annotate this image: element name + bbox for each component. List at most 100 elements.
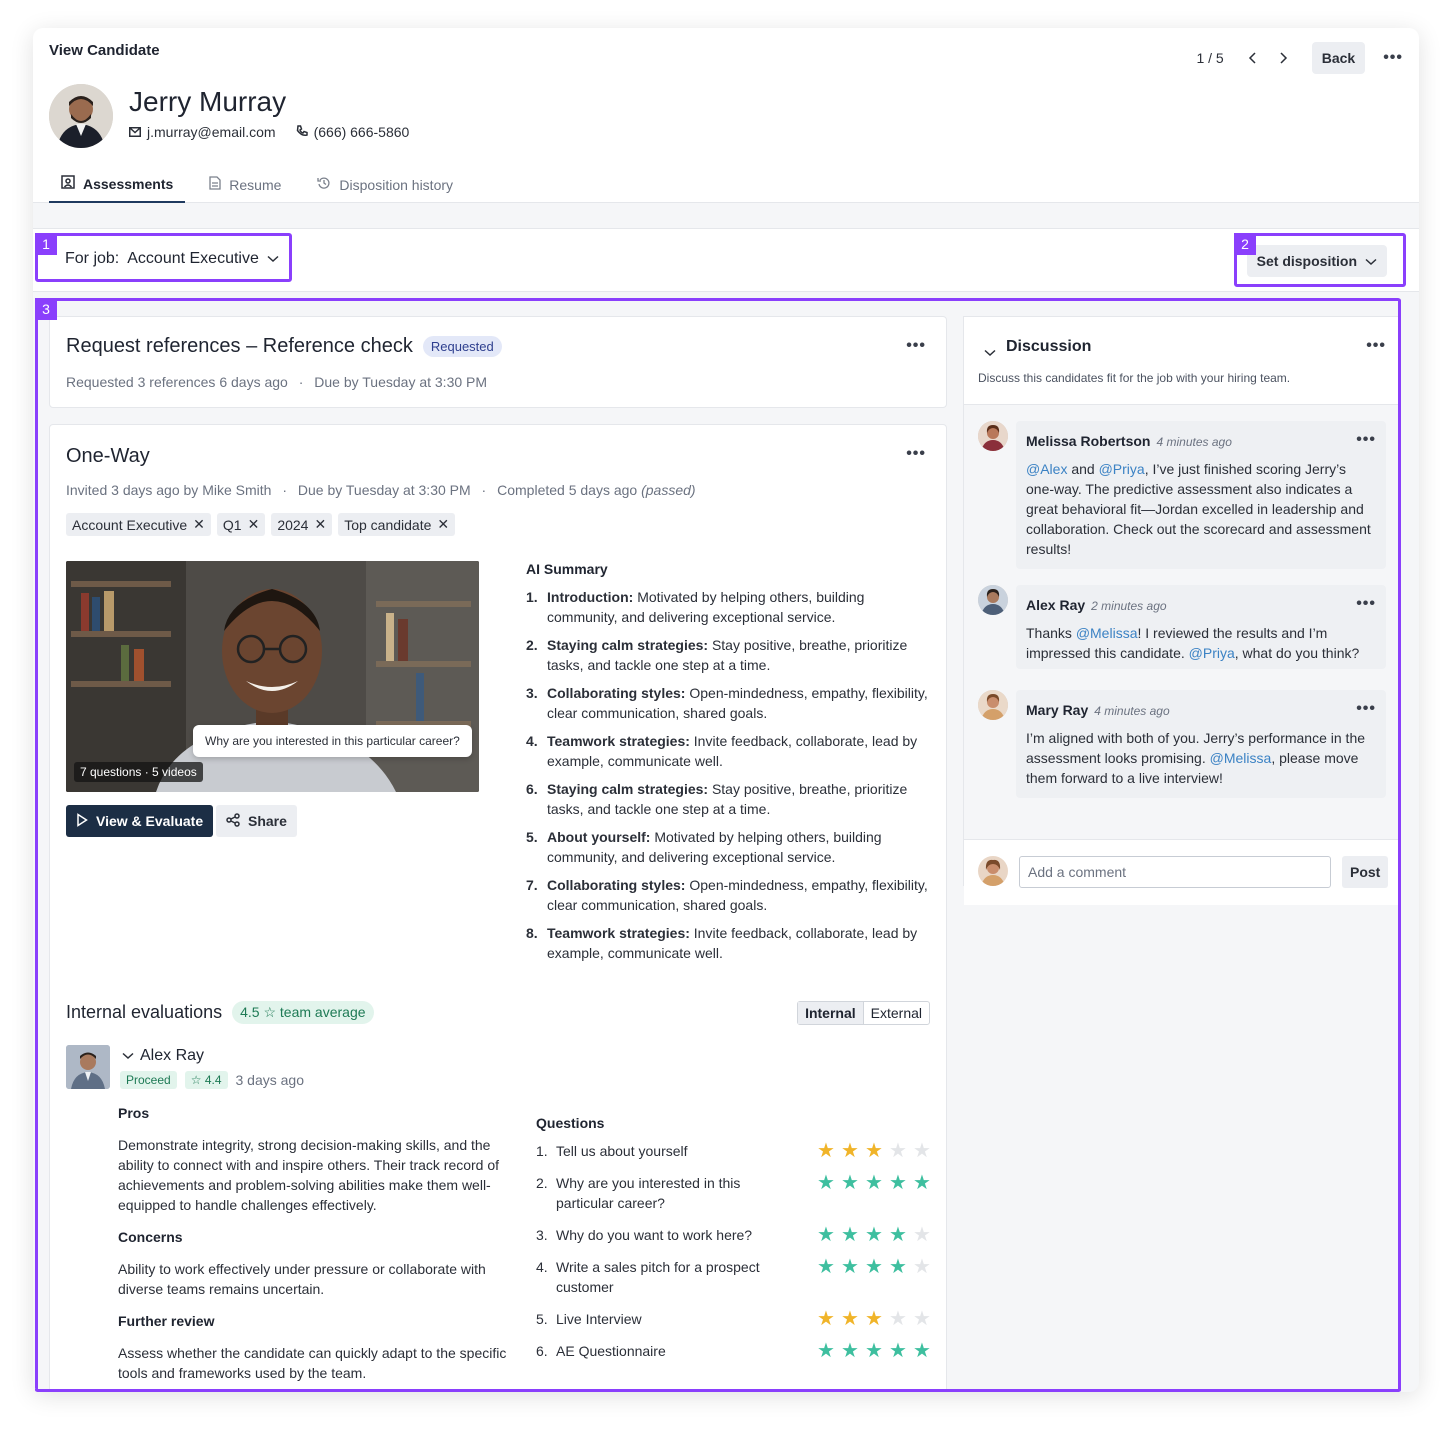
discussion-title: Discussion	[1006, 338, 1092, 355]
further-review-text: Assess whether the candidate can quickly…	[118, 1345, 507, 1381]
more-icon[interactable]: •••	[906, 445, 926, 463]
job-bar: For job: Account Executive Set dispositi…	[33, 228, 1419, 292]
tab-disposition-history[interactable]: Disposition history	[305, 166, 465, 203]
item-heading: Introduction:	[547, 589, 634, 605]
star-icon: ★	[865, 1172, 883, 1194]
mention-link[interactable]: @Priya	[1189, 645, 1235, 661]
close-icon[interactable]: ✕	[193, 516, 205, 533]
concerns-text: Ability to work effectively under pressu…	[118, 1261, 486, 1297]
comment-input[interactable]: Add a comment	[1019, 856, 1331, 888]
star-icon: ★	[865, 1140, 883, 1162]
more-icon[interactable]: •••	[1356, 700, 1376, 718]
message-text: and	[1067, 461, 1099, 477]
chevron-right-icon[interactable]	[1268, 44, 1298, 72]
toggle-internal[interactable]: Internal	[798, 1002, 863, 1024]
evaluations-title: Internal evaluations	[66, 1002, 223, 1022]
message-author: Mary Ray	[1026, 702, 1089, 718]
message-author: Melissa Robertson	[1026, 433, 1151, 449]
post-button[interactable]: Post	[1342, 856, 1389, 888]
video-count-badge: 7 questions · 5 videos	[74, 762, 203, 782]
message-body: @Alex and @Priya, I’ve just finished sco…	[1026, 459, 1376, 559]
star-rating: ★ ★ ★ ★ ★	[816, 1309, 932, 1329]
more-icon[interactable]: •••	[1366, 337, 1386, 355]
item-heading: Teamwork strategies:	[547, 733, 690, 749]
item-text: Collaborating styles: Open-mindedness, e…	[547, 875, 936, 915]
item-heading: Staying calm strategies:	[547, 637, 709, 653]
phone-icon	[296, 125, 308, 140]
question-text: 3. Why do you want to work here?	[536, 1225, 766, 1245]
share-button[interactable]: Share	[216, 805, 297, 837]
item-heading: Collaborating styles:	[547, 685, 686, 701]
ai-summary-item: 5. About yourself: Motivated by helping o…	[526, 827, 936, 867]
back-button[interactable]: Back	[1311, 42, 1366, 74]
job-selector[interactable]: For job: Account Executive	[65, 250, 279, 268]
team-average-value: 4.5	[240, 1004, 260, 1020]
item-number: 7.	[526, 877, 538, 893]
star-icon: ★	[817, 1308, 835, 1330]
ai-summary-item: 1. Introduction: Motivated by helping oth…	[526, 587, 936, 627]
mention-link[interactable]: @Melissa	[1210, 750, 1272, 766]
star-icon: ★	[913, 1340, 931, 1362]
job-prefix: For job:	[65, 250, 120, 267]
candidate-window: View Candidate 1 / 5 Back ••• Jerry Murr…	[33, 28, 1419, 1392]
tag-chip: Top candidate ✕	[338, 513, 456, 536]
star-icon: ★	[841, 1140, 859, 1162]
questions-section: Questions 1. Tell us about yourself ★ ★ ★ ★ ★ 2…	[536, 1115, 932, 1373]
more-icon[interactable]: •••	[1383, 49, 1403, 67]
comment-composer: Add a comment Post	[964, 839, 1400, 905]
candidate-phone[interactable]: (666) 666-5860	[314, 124, 410, 140]
discussion-panel: Discussion ••• Discuss this candidates f…	[963, 316, 1400, 905]
question-row: 3. Why do you want to work here? ★ ★ ★ ★ ★	[536, 1225, 932, 1245]
tab-assessments[interactable]: Assessments	[49, 166, 186, 203]
evaluations-header: Internal evaluations 4.5 ☆ team average	[66, 1001, 374, 1024]
more-icon[interactable]: •••	[906, 337, 926, 355]
score-badge: ☆ 4.4	[184, 1071, 228, 1089]
question-number: 3.	[536, 1227, 548, 1243]
star-icon: ★	[865, 1224, 883, 1246]
chevron-down-icon	[122, 1047, 134, 1064]
close-icon[interactable]: ✕	[437, 516, 449, 533]
toggle-external[interactable]: External	[862, 1002, 929, 1024]
question-number: 1.	[536, 1143, 548, 1159]
pros-text: Demonstrate integrity, strong decision-m…	[118, 1137, 500, 1213]
item-number: 2.	[526, 637, 538, 653]
mention-link[interactable]: @Alex	[1026, 461, 1067, 477]
video-thumbnail[interactable]: 7 questions · 5 videos	[66, 561, 479, 792]
candidate-email[interactable]: j.murray@email.com	[147, 124, 276, 140]
ai-summary-item: 8. Teamwork strategies: Invite feedback, …	[526, 923, 936, 963]
close-icon[interactable]: ✕	[314, 516, 326, 533]
close-icon[interactable]: ✕	[248, 516, 260, 533]
due-text: Due by Tuesday at 3:30 PM	[297, 482, 471, 498]
question-row: 1. Tell us about yourself ★ ★ ★ ★ ★	[536, 1141, 932, 1161]
message-time: 4 minutes ago	[1094, 704, 1170, 718]
more-icon[interactable]: •••	[1356, 595, 1376, 613]
more-icon[interactable]: •••	[1356, 431, 1376, 449]
mention-link[interactable]: @Melissa	[1076, 625, 1138, 641]
tab-resume[interactable]: Resume	[197, 166, 293, 203]
star-icon: ★	[889, 1308, 907, 1330]
author-avatar	[978, 585, 1008, 615]
tag-label: Account Executive	[72, 516, 188, 533]
discussion-subtitle: Discuss this candidates fit for the job …	[978, 371, 1291, 385]
chevron-left-icon[interactable]	[1238, 44, 1268, 72]
further-review-section: Further review Assess whether the candid…	[118, 1313, 514, 1383]
chevron-down-icon[interactable]	[984, 344, 996, 362]
mention-link[interactable]: @Priya	[1099, 461, 1145, 477]
team-average-badge: 4.5 ☆ team average	[232, 1001, 374, 1024]
message-bubble: Melissa Robertson 4 minutes ago ••• @Alex…	[1016, 421, 1386, 569]
view-evaluate-button[interactable]: View & Evaluate	[66, 805, 214, 837]
item-number: 5.	[526, 829, 538, 845]
evaluator-row: Alex Ray Proceed ☆ 4.4 3 days ago	[66, 1045, 304, 1089]
tab-label: Assessments	[83, 175, 174, 192]
item-number: 6.	[526, 781, 538, 797]
item-number: 1.	[526, 589, 538, 605]
evaluator-name-row[interactable]: Alex Ray	[122, 1047, 204, 1065]
set-disposition-button[interactable]: Set disposition	[1246, 245, 1387, 277]
reference-check-card: Request references – Reference check Req…	[49, 316, 947, 408]
star-icon: ☆	[190, 1073, 202, 1087]
star-icon: ★	[817, 1172, 835, 1194]
question-number: 6.	[536, 1343, 548, 1359]
question-label: AE Questionnaire	[556, 1343, 666, 1359]
reference-title: Request references – Reference check	[66, 335, 413, 357]
completed-text: Completed 5 days ago	[497, 482, 638, 498]
